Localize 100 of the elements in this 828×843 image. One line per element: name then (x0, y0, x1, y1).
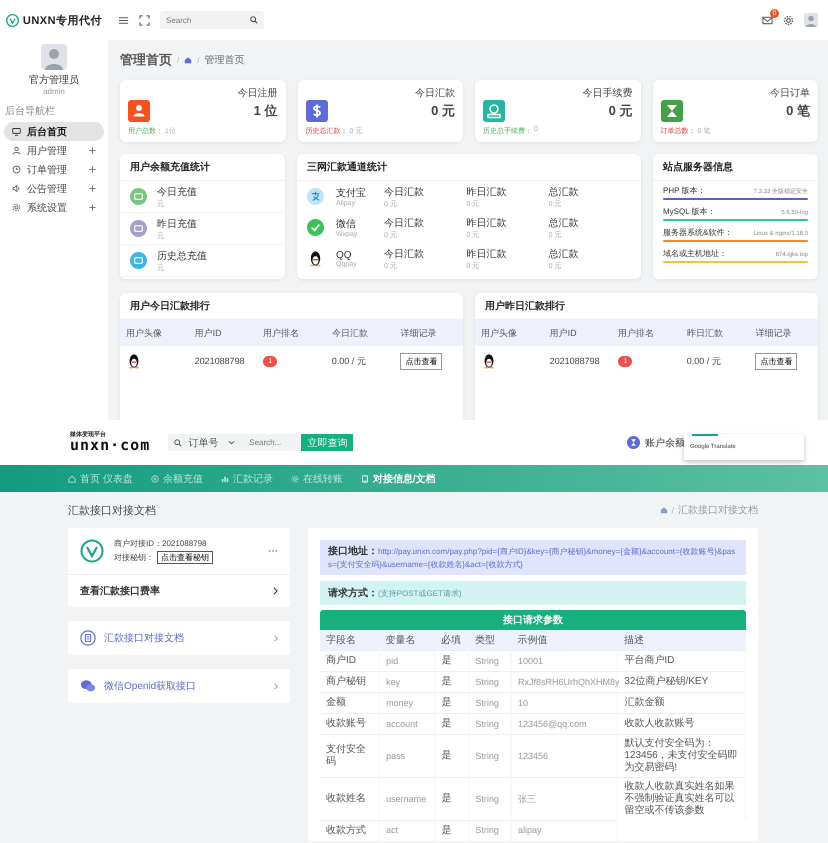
table-cell: String (468, 778, 512, 820)
channel-name: QQ (336, 250, 353, 260)
breadcrumb: 管理首页 (204, 54, 244, 67)
search-type-dropdown[interactable]: 订单号 (188, 436, 244, 450)
table-cell: String (468, 734, 512, 778)
nav-icon (220, 474, 229, 482)
settings-icon[interactable] (783, 14, 794, 26)
table-cell: RxJf8sRH6UrhQhXHM8y (511, 672, 618, 693)
stat-label: 昨日充值 (157, 218, 197, 230)
info-label: PHP 版本： (663, 185, 706, 196)
table-cell: String (468, 714, 512, 735)
column-header: 用户ID (548, 326, 578, 340)
table-cell: pid (380, 650, 435, 672)
rate-link[interactable]: 查看汇款接口费率 (68, 575, 290, 607)
table-cell: 平台商户ID (618, 650, 746, 672)
search-field[interactable]: Search (160, 11, 264, 29)
stat-title: 今日订单 (770, 86, 810, 100)
chat-icon (80, 678, 96, 694)
column-header: 示例值 (511, 630, 618, 651)
logo-icon (6, 14, 19, 26)
home-icon[interactable] (184, 56, 192, 64)
stat-value: 1 位 (254, 102, 278, 120)
nav-icon (150, 474, 159, 482)
key-label: 对接秘钥： (114, 552, 154, 563)
search-icon[interactable] (250, 16, 258, 24)
stat-value: 0 笔 (786, 102, 810, 120)
table-cell: String (468, 672, 512, 693)
table-cell: 商户秘钥 (320, 672, 380, 693)
merchant-id: 2021088798 (162, 539, 206, 548)
payment-icon (307, 188, 324, 205)
mail-icon[interactable] (762, 14, 773, 26)
table-cell: money (380, 692, 435, 714)
sidebar-item[interactable]: 公告管理 (4, 179, 104, 198)
table-cell: String (468, 820, 512, 841)
table-cell: 金额 (320, 692, 380, 714)
table-cell: 收款账号 (320, 714, 380, 735)
stat-label: 历史总充值 (157, 250, 207, 262)
search-field[interactable]: Search... (243, 438, 302, 447)
breadcrumb-separator: / (177, 56, 180, 64)
plus-icon (89, 166, 96, 173)
info-label: MySQL 版本： (663, 206, 716, 217)
column-header: 用户头像 (125, 326, 163, 340)
stat-label: 今日汇款 (384, 248, 425, 260)
plus-icon (89, 185, 96, 192)
table-cell-text: 2021088798 (548, 356, 601, 366)
nav-icon (290, 474, 299, 482)
plus-icon (89, 204, 96, 211)
column-header: 字段名 (320, 630, 380, 651)
view-button[interactable]: 点击查看 (755, 352, 798, 370)
link-label: 汇款接口对接文档 (104, 632, 185, 645)
stat-label: 今日汇款 (384, 186, 425, 198)
table-cell: account (380, 714, 435, 735)
user-avatar (41, 44, 67, 70)
table-cell: 是 (434, 734, 469, 778)
hourglass-icon (627, 436, 640, 449)
table-cell: String (468, 692, 512, 714)
view-button[interactable]: 点击查看 (400, 352, 442, 370)
stat-label: 昨日汇款 (466, 216, 508, 230)
params-heading: 接口请求参数 (320, 610, 746, 630)
table-cell: pass (380, 734, 435, 778)
sidebar-item[interactable]: 用户管理 (4, 141, 104, 160)
column-header: 用户头像 (480, 326, 518, 340)
stat-label: 昨日汇款 (466, 186, 508, 198)
document-icon (80, 630, 96, 646)
breadcrumb-separator: / (197, 56, 200, 64)
column-header: 用户排名 (262, 326, 300, 340)
sidebar-item[interactable]: 订单管理 (4, 160, 104, 179)
page-title: 汇款接口对接文档 (68, 504, 156, 518)
check-icon (307, 219, 324, 236)
view-key-button[interactable]: 点击查看秘钥 (157, 551, 213, 564)
table-cell: 是 (434, 778, 469, 820)
stat-value: 0 元 (608, 102, 632, 120)
table-cell: 支付安全码 (320, 734, 380, 778)
sidebar-item[interactable]: 系统设置 (4, 198, 104, 217)
fullscreen-icon[interactable] (139, 14, 150, 26)
channel-name: 微信 (336, 218, 357, 231)
table-cell: 收款姓名 (320, 778, 380, 820)
table-cell: 是 (434, 692, 469, 714)
stat-value: 0 元 (431, 102, 455, 120)
nav-icon (12, 127, 21, 136)
stat-label: 总汇款 (548, 248, 580, 260)
link-card[interactable]: 汇款接口对接文档 (68, 621, 290, 655)
stat-title: 今日手续费 (582, 86, 632, 100)
menu-icon[interactable] (118, 14, 129, 26)
table-cell: 10 (511, 692, 618, 714)
table-cell-text: 2021088798 (194, 356, 246, 366)
table-cell: 商户ID (320, 650, 380, 672)
link-label: 微信Openid获取接口 (104, 680, 198, 693)
table-cell: act (380, 820, 435, 841)
table-cell: 收款方式 (320, 820, 380, 841)
stat-title: 今日注册 (238, 86, 278, 100)
more-icon[interactable] (268, 549, 278, 553)
sidebar-item[interactable]: 后台首页 (4, 122, 104, 141)
nav-icon (68, 474, 76, 482)
request-method: 请求方式：(支持POST或GET请求) (320, 581, 746, 606)
table-cell: 张三 (511, 778, 618, 820)
chevron-icon (274, 682, 278, 690)
stat-label: 总汇款 (548, 216, 580, 230)
table-cell: 是 (434, 820, 469, 841)
link-card[interactable]: 微信Openid获取接口 (68, 669, 290, 703)
